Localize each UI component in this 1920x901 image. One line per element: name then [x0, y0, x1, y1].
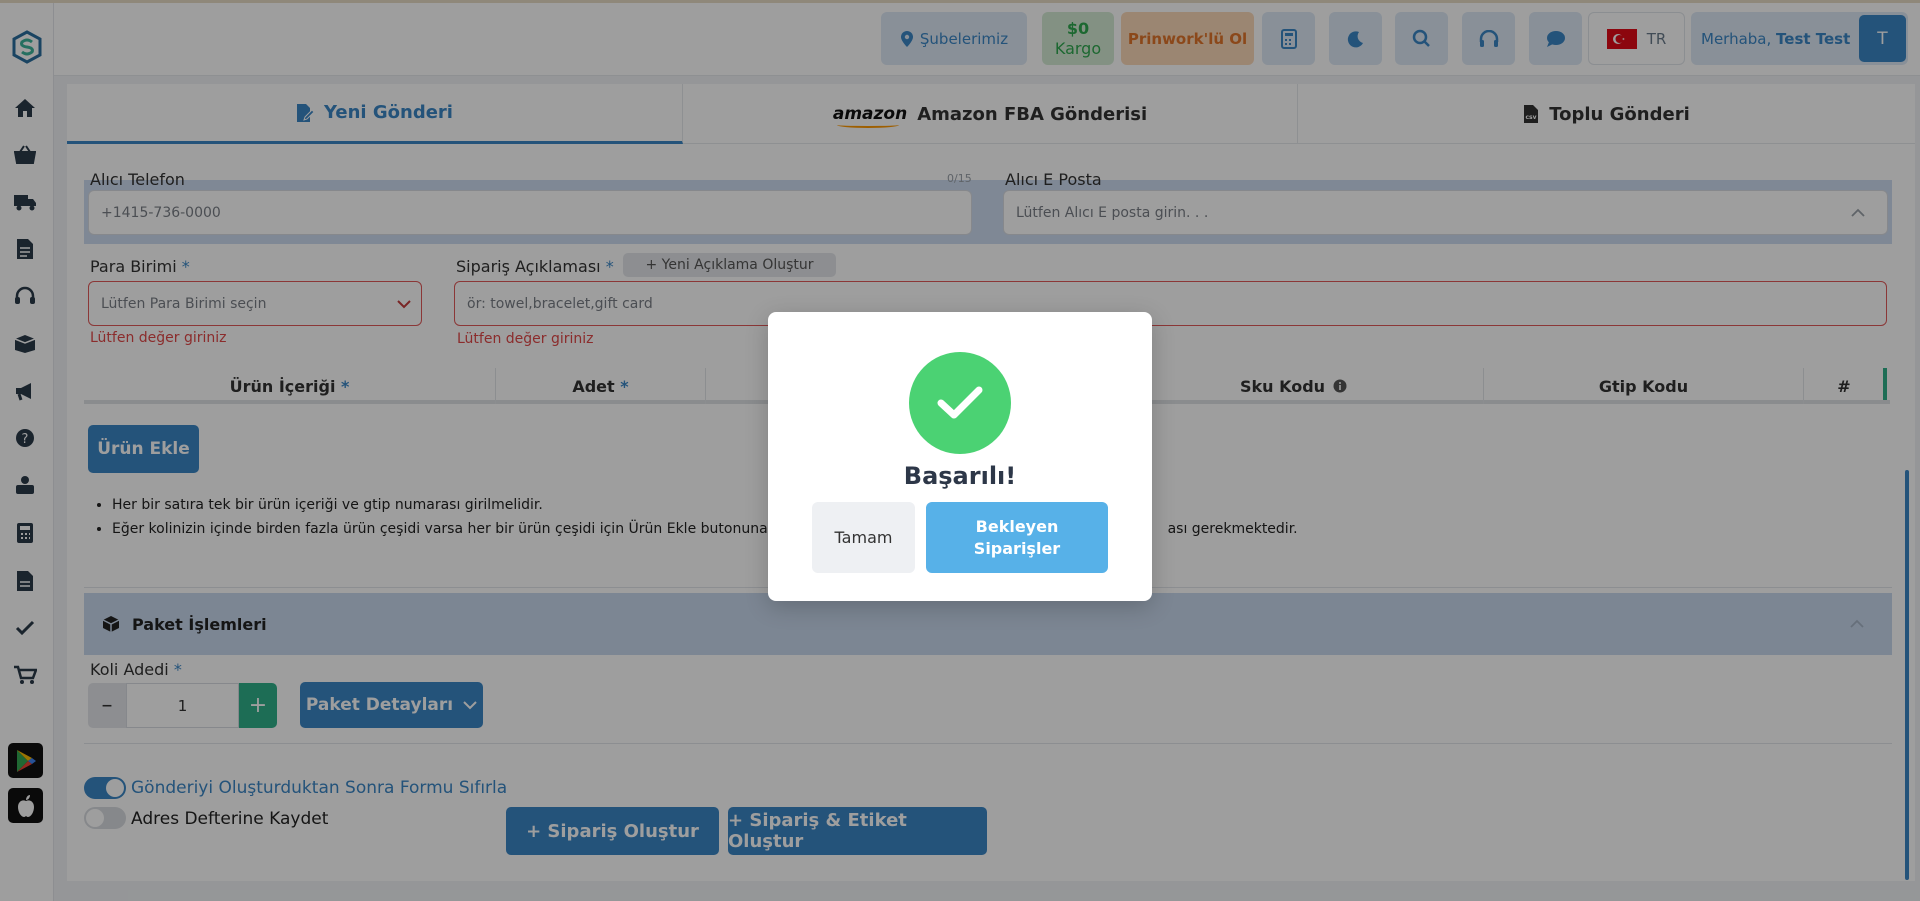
success-check-icon	[909, 352, 1011, 454]
dialog-title: Başarılı!	[903, 462, 1017, 490]
pending-orders-button[interactable]: Bekleyen Siparişler	[926, 502, 1108, 573]
success-dialog: Başarılı! Tamam Bekleyen Siparişler	[768, 312, 1152, 601]
ok-button[interactable]: Tamam	[812, 502, 915, 573]
